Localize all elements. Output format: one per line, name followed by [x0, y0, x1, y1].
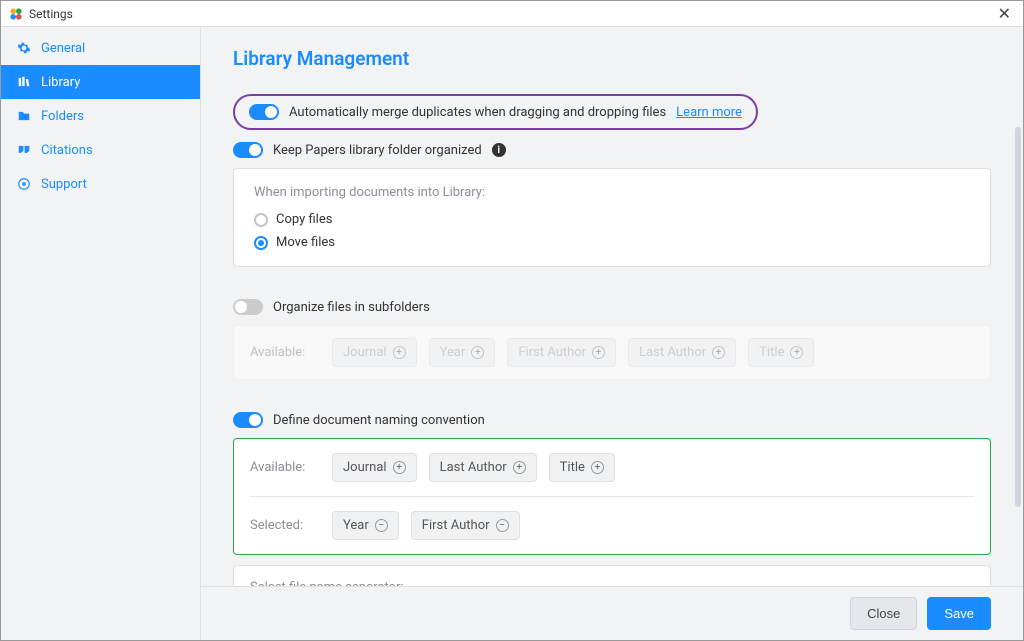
import-panel: When importing documents into Library: C… [233, 168, 991, 267]
sidebar-item-label: Citations [41, 143, 93, 158]
sidebar-item-folders[interactable]: Folders [1, 99, 200, 133]
plus-icon: + [471, 346, 484, 359]
folder-icon [17, 109, 31, 123]
quote-icon [17, 143, 31, 157]
sidebar-item-support[interactable]: Support [1, 167, 200, 201]
import-radio-group: Copy files Move files [254, 212, 970, 250]
chip-journal: Journal+ [332, 338, 417, 367]
sidebar: General Library Folders Citations Suppor… [1, 27, 201, 640]
minus-icon: − [496, 519, 509, 532]
sidebar-item-label: General [41, 41, 85, 56]
footer: Close Save [201, 586, 1023, 640]
chip-year[interactable]: Year− [332, 511, 399, 540]
chip-journal[interactable]: Journal+ [332, 453, 417, 482]
radio-label: Move files [276, 235, 335, 250]
sidebar-item-library[interactable]: Library [1, 65, 200, 99]
subfolders-label: Organize files in subfolders [273, 300, 430, 315]
naming-toggle[interactable] [233, 412, 263, 428]
radio-copy-files[interactable]: Copy files [254, 212, 970, 227]
merge-duplicates-toggle[interactable] [249, 104, 279, 120]
title-bar: Settings ✕ [1, 1, 1023, 27]
subfolders-row: Organize files in subfolders [233, 299, 991, 315]
main-layout: General Library Folders Citations Suppor… [1, 27, 1023, 640]
keep-organized-toggle[interactable] [233, 142, 263, 158]
radio-indicator [254, 213, 268, 227]
window-title: Settings [29, 7, 73, 21]
radio-move-files[interactable]: Move files [254, 235, 970, 250]
keep-organized-label: Keep Papers library folder organized [273, 143, 482, 158]
app-icon [9, 7, 23, 21]
subfolders-toggle[interactable] [233, 299, 263, 315]
page-title: Library Management [233, 47, 991, 70]
chip-last-author: Last Author+ [628, 338, 736, 367]
info-icon[interactable]: i [492, 143, 506, 157]
naming-row: Define document naming convention [233, 412, 991, 428]
sidebar-item-general[interactable]: General [1, 31, 200, 65]
chip-last-author[interactable]: Last Author+ [429, 453, 537, 482]
merge-duplicates-label: Automatically merge duplicates when drag… [289, 105, 666, 120]
naming-panel: Available: Journal+ Last Author+ Title+ … [233, 438, 991, 555]
plus-icon: + [592, 346, 605, 359]
subfolders-available-label: Available: [250, 345, 320, 360]
plus-icon: + [712, 346, 725, 359]
minus-icon: − [375, 519, 388, 532]
learn-more-link[interactable]: Learn more [676, 105, 742, 120]
chip-first-author[interactable]: First Author− [411, 511, 520, 540]
import-heading: When importing documents into Library: [254, 185, 970, 200]
plus-icon: + [393, 461, 406, 474]
gear-icon [17, 41, 31, 55]
chip-year: Year+ [429, 338, 496, 367]
sidebar-item-label: Support [41, 177, 87, 192]
chip-first-author: First Author+ [507, 338, 616, 367]
keep-organized-row: Keep Papers library folder organized i [233, 142, 991, 158]
plus-icon: + [513, 461, 526, 474]
plus-icon: + [393, 346, 406, 359]
naming-label: Define document naming convention [273, 413, 485, 428]
naming-available-row: Available: Journal+ Last Author+ Title+ [250, 453, 974, 482]
chip-title: Title+ [748, 338, 814, 367]
radio-indicator [254, 236, 268, 250]
separator-panel: Select file name separator: Underscore ▾ [233, 565, 991, 586]
sidebar-item-citations[interactable]: Citations [1, 133, 200, 167]
naming-selected-row: Selected: Year− First Author− [250, 496, 974, 540]
naming-available-label: Available: [250, 460, 320, 475]
merge-duplicates-highlight: Automatically merge duplicates when drag… [233, 94, 758, 130]
save-button[interactable]: Save [927, 597, 991, 630]
sidebar-item-label: Folders [41, 109, 84, 124]
chip-title[interactable]: Title+ [549, 453, 615, 482]
window-close-button[interactable]: ✕ [994, 6, 1015, 22]
naming-selected-label: Selected: [250, 518, 320, 533]
scrollbar[interactable] [1015, 127, 1021, 507]
close-button[interactable]: Close [850, 597, 917, 630]
support-icon [17, 177, 31, 191]
plus-icon: + [790, 346, 803, 359]
radio-label: Copy files [276, 212, 332, 227]
library-icon [17, 75, 31, 89]
subfolders-panel: Available: Journal+ Year+ First Author+ … [233, 325, 991, 380]
plus-icon: + [591, 461, 604, 474]
sidebar-item-label: Library [41, 75, 80, 90]
content-wrap: Library Management Automatically merge d… [201, 27, 1023, 640]
content-scroll[interactable]: Library Management Automatically merge d… [201, 27, 1023, 586]
